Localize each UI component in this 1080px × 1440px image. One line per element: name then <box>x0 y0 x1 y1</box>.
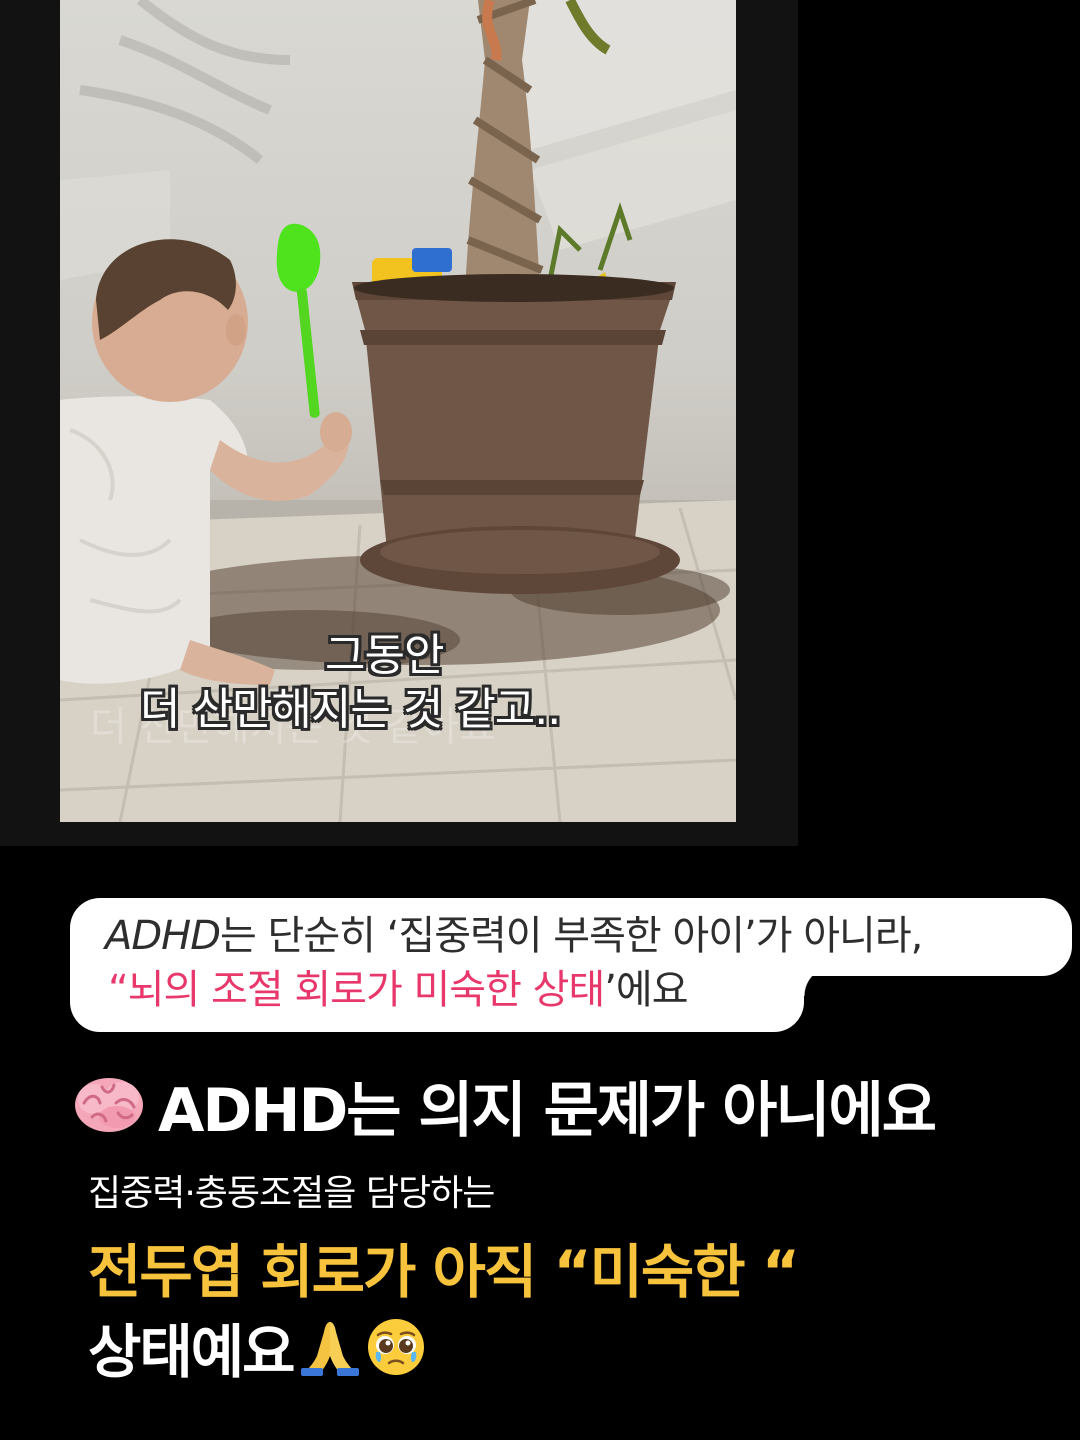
video-subtitle-line-1: 그동안 <box>325 630 444 681</box>
pleading-face-icon <box>368 1319 425 1375</box>
brain-icon <box>75 1078 143 1132</box>
quote-line-1: ADHD는 단순히 ‘집중력이 부족한 아이’가 아니라, <box>105 910 923 962</box>
headline: ADHD는 의지 문제가 아니에요 <box>72 1070 937 1146</box>
quote-highlight: “뇌의 조절 회로가 미숙한 상태 <box>108 967 605 1013</box>
headline-text: ADHD는 의지 문제가 아니에요 <box>158 1075 937 1146</box>
quote-line-1-text: 는 단순히 ‘집중력이 부족한 아이’가 아니라, <box>220 913 923 959</box>
caption-highlight: 전두엽 회로가 아직 “미숙한 “ <box>88 1238 800 1306</box>
quote-line-2: “뇌의 조절 회로가 미숙한 상태’에요 <box>108 964 689 1016</box>
video-subtitle-line-2: 더 산만해지는 것 같고.. <box>140 684 561 735</box>
quote-adhd-term: ADHD <box>105 913 221 959</box>
caption-final: 상태예요 <box>88 1310 427 1386</box>
quote-line-2-tail: ’에요 <box>604 967 688 1013</box>
video-still-photo: 더 산만해지는 것 같아요 그동안 더 산만해지는 것 같고.. <box>60 0 736 822</box>
caption-subline: 집중력·충동조절을 담당하는 <box>88 1173 495 1214</box>
caption-final-text: 상태예요 <box>88 1318 295 1386</box>
folded-hands-icon <box>301 1322 360 1376</box>
photo-frame: 더 산만해지는 것 같아요 그동안 더 산만해지는 것 같고.. <box>0 0 798 846</box>
